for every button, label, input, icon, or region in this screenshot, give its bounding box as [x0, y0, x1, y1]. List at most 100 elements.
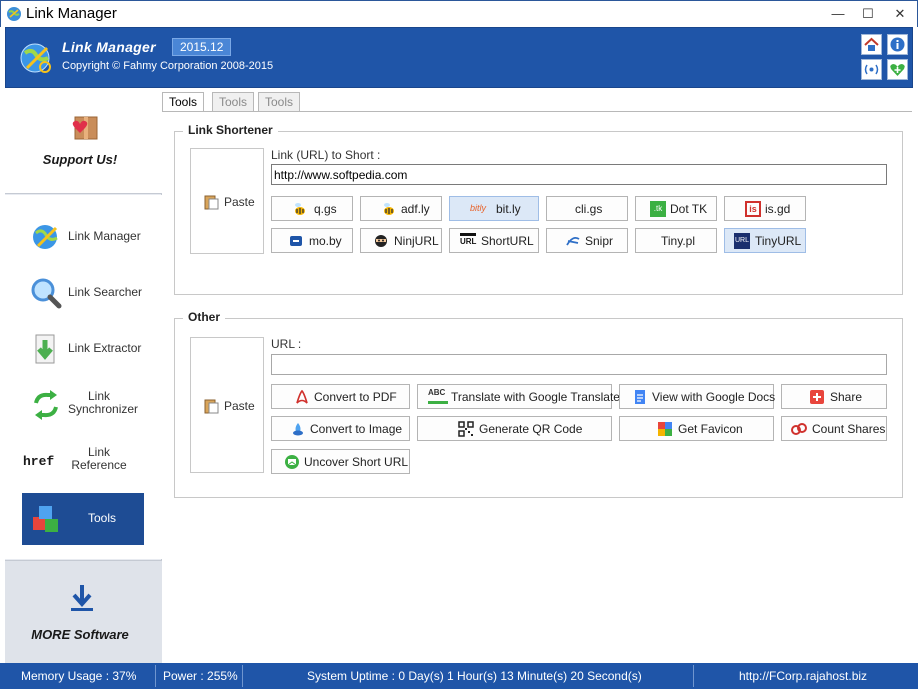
other-title: Other [183, 310, 226, 324]
sidebar-item-link-synchronizer[interactable]: Link Synchronizer [22, 379, 144, 431]
uncover-short-url-button[interactable]: Uncover Short URL [271, 449, 410, 474]
minimize-button[interactable]: — [821, 1, 855, 27]
button-label: Uncover Short URL [304, 455, 409, 469]
qgs-button[interactable]: q.gs [271, 196, 353, 221]
share-button[interactable]: Share [781, 384, 887, 409]
info-icon [890, 37, 905, 52]
cubes-icon [33, 506, 58, 532]
close-button[interactable]: ✕ [883, 1, 917, 27]
button-label: ShortURL [481, 234, 534, 248]
google-icon [658, 422, 672, 436]
docs-icon [635, 390, 645, 404]
button-label: Get Favicon [678, 422, 743, 436]
short-url-label: Link (URL) to Short : [271, 148, 381, 162]
clipboard-icon [204, 195, 219, 210]
network-button[interactable] [861, 59, 882, 80]
more-software-button[interactable]: MORE Software [5, 560, 162, 663]
image-icon [293, 423, 303, 436]
sidebar-item-link-manager[interactable]: Link Manager [22, 211, 144, 263]
download-arrow-icon [71, 585, 93, 611]
tab-content: Link Shortener Paste Link (URL) to Short… [162, 111, 912, 663]
dottk-button[interactable]: .tk Dot TK [635, 196, 717, 221]
url-label: URL : [271, 337, 302, 351]
tinypl-button[interactable]: Tiny.pl [635, 228, 717, 253]
button-label: is.gd [765, 202, 791, 216]
status-bar: Memory Usage : 37% Power : 255% System U… [0, 663, 918, 689]
app-globe-icon [7, 7, 21, 21]
url-input[interactable] [271, 354, 887, 375]
ninja-icon [375, 235, 387, 247]
snipr-button[interactable]: Snipr [546, 228, 628, 253]
sidebar-item-tools[interactable]: Tools [22, 493, 144, 545]
convert-to-pdf-button[interactable]: Convert to PDF [271, 384, 410, 409]
generate-qr-code-button[interactable]: Generate QR Code [417, 416, 612, 441]
status-separator [242, 665, 243, 687]
tab-tools-3[interactable]: Tools 3 [258, 92, 301, 123]
website-link[interactable]: http://FCorp.rajahost.biz [739, 669, 867, 683]
other-paste-button[interactable]: Paste [190, 337, 264, 473]
magnifier-icon [31, 278, 62, 309]
share-icon [810, 390, 824, 404]
button-label: cli.gs [575, 202, 603, 216]
button-label: Generate QR Code [479, 422, 583, 436]
header-app-name: Link Manager [62, 39, 156, 55]
translate-button[interactable]: ABC Translate with Google Translate [417, 384, 620, 409]
abc-check-icon: ABC [428, 388, 448, 404]
sidebar-item-label: Link Searcher [68, 285, 143, 299]
power-level: Power : 255% [163, 669, 238, 683]
sidebar-item-link-extractor[interactable]: Link Extractor [22, 323, 144, 375]
pdf-icon [296, 389, 308, 404]
window-title: Link Manager [26, 5, 117, 22]
gift-icon [72, 116, 98, 140]
button-label: Tiny.pl [661, 234, 696, 248]
short-url-input[interactable] [271, 164, 887, 185]
maximize-button[interactable]: ☐ [851, 1, 885, 27]
isgd-icon: is [745, 201, 761, 217]
bee-icon [384, 203, 394, 215]
sidebar-item-link-reference[interactable]: href Link Reference [22, 435, 144, 487]
button-label: Share [830, 390, 863, 404]
bee-icon [295, 203, 305, 215]
bitly-button[interactable]: bitly bit.ly [449, 196, 539, 221]
link-manager-icon [33, 225, 58, 249]
more-software-label: MORE Software [31, 627, 129, 642]
sidebar-item-label: Link Synchronizer [68, 389, 139, 416]
ninjurl-button[interactable]: NinjURL [360, 228, 442, 253]
moby-icon [290, 236, 302, 246]
app-header: Link Manager 2015.12 Copyright © Fahmy C… [5, 27, 913, 88]
isgd-button[interactable]: is is.gd [724, 196, 806, 221]
shorturl-icon: URL [460, 233, 476, 249]
convert-to-image-button[interactable]: Convert to Image [271, 416, 410, 441]
button-label: TinyURL [755, 234, 802, 248]
view-google-docs-button[interactable]: View with Google Docs [619, 384, 776, 409]
sidebar-item-label: Link Extractor [68, 341, 142, 355]
home-button[interactable] [861, 34, 882, 55]
other-group: Other Paste URL : Convert to PDF ABC Tra… [174, 310, 903, 498]
tab-tools-2[interactable]: Tools 2 [212, 92, 255, 123]
extractor-icon [35, 334, 55, 364]
button-label: View with Google Docs [652, 390, 776, 404]
get-favicon-button[interactable]: Get Favicon [619, 416, 774, 441]
dottk-icon: .tk [650, 201, 666, 217]
tinyurl-button[interactable]: URL TinyURL [724, 228, 806, 253]
nav-list: Link Manager Link Searcher Link Extracto… [5, 195, 162, 559]
clipboard-icon [204, 399, 219, 414]
info-button[interactable] [887, 34, 908, 55]
sidebar-item-link-searcher[interactable]: Link Searcher [22, 267, 144, 319]
tinyurl-icon: URL [734, 233, 750, 249]
support-us-button[interactable]: Support Us! [5, 89, 162, 194]
count-shares-button[interactable]: Count Shares [781, 416, 887, 441]
qr-icon [458, 421, 474, 437]
home-icon [864, 37, 879, 51]
button-label: Dot TK [670, 202, 708, 216]
sidebar-item-label: Link Reference [71, 445, 127, 472]
support-us-label: Support Us! [42, 152, 118, 167]
button-label: bit.ly [496, 202, 521, 216]
shortener-paste-button[interactable]: Paste [190, 148, 264, 254]
favorite-button[interactable] [887, 59, 908, 80]
tab-tools-1[interactable]: Tools 1 [162, 92, 205, 123]
adfly-button[interactable]: adf.ly [360, 196, 442, 221]
cligs-button[interactable]: cli.gs [546, 196, 628, 221]
moby-button[interactable]: mo.by [271, 228, 353, 253]
shorturl-button[interactable]: URL ShortURL [449, 228, 539, 253]
